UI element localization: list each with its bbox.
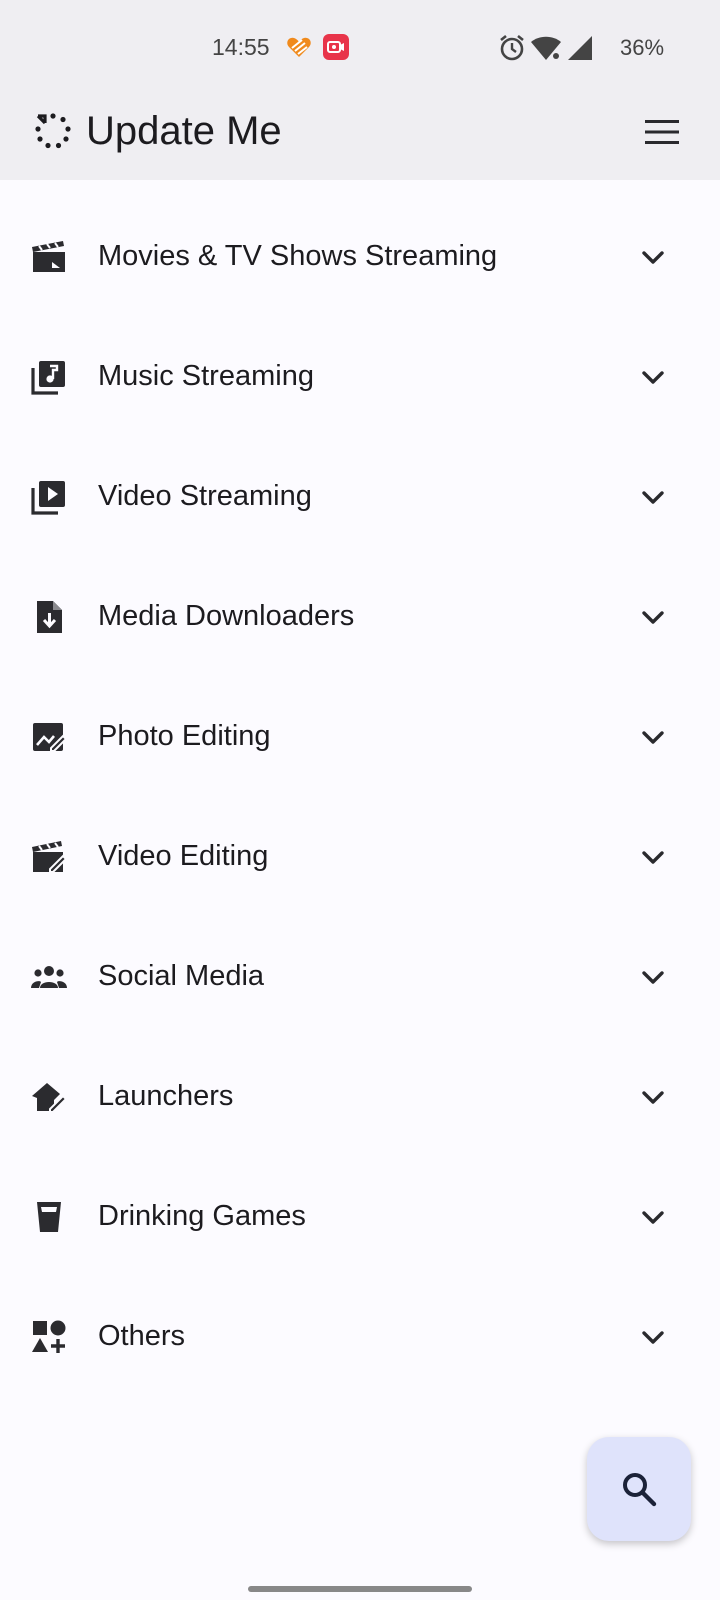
- update-loop-icon: [35, 113, 71, 149]
- chevron-down-icon[interactable]: [636, 960, 670, 994]
- movie-clapper-icon: [32, 241, 65, 272]
- app-bar: Update Me: [0, 96, 720, 180]
- menu-button[interactable]: [640, 110, 684, 154]
- category-label: Others: [98, 1320, 186, 1352]
- group-icon: [31, 966, 67, 988]
- chevron-down-icon[interactable]: [636, 840, 670, 874]
- category-label: Drinking Games: [98, 1200, 306, 1232]
- category-label: Video Editing: [98, 840, 269, 872]
- home-edit-icon: [32, 1083, 68, 1113]
- gesture-nav-handle[interactable]: [248, 1586, 472, 1592]
- search-fab-button[interactable]: [587, 1437, 691, 1541]
- category-item-media-downloaders[interactable]: Media Downloaders: [0, 556, 720, 676]
- category-label: Social Media: [98, 960, 265, 992]
- chevron-down-icon[interactable]: [636, 480, 670, 514]
- category-label: Media Downloaders: [98, 600, 355, 632]
- category-label: Photo Editing: [98, 720, 271, 752]
- cup-icon: [37, 1202, 61, 1232]
- category-item-video-streaming[interactable]: Video Streaming: [0, 436, 720, 556]
- status-time: 14:55: [212, 34, 270, 60]
- category-item-movies-tv-streaming[interactable]: Movies & TV Shows Streaming: [0, 196, 720, 316]
- chevron-down-icon[interactable]: [636, 1200, 670, 1234]
- music-library-icon: [31, 361, 65, 395]
- category-item-social-media[interactable]: Social Media: [0, 916, 720, 1036]
- search-icon: [623, 1473, 657, 1507]
- chevron-down-icon[interactable]: [636, 720, 670, 754]
- shapes-icon: [32, 1320, 66, 1353]
- battery-percentage: 36%: [620, 35, 665, 60]
- category-item-others[interactable]: Others: [0, 1276, 720, 1396]
- wifi-icon: [531, 36, 561, 60]
- heart-app-icon: [287, 37, 311, 57]
- chevron-down-icon[interactable]: [636, 600, 670, 634]
- alarm-icon: [500, 34, 524, 61]
- app-title: Update Me: [86, 109, 282, 153]
- chevron-down-icon[interactable]: [636, 360, 670, 394]
- category-item-photo-editing[interactable]: Photo Editing: [0, 676, 720, 796]
- category-item-video-editing[interactable]: Video Editing: [0, 796, 720, 916]
- category-item-drinking-games[interactable]: Drinking Games: [0, 1156, 720, 1276]
- video-edit-icon: [32, 841, 68, 873]
- hamburger-menu-icon: [645, 120, 679, 144]
- chevron-down-icon[interactable]: [636, 240, 670, 274]
- file-download-icon: [37, 601, 62, 633]
- category-label: Music Streaming: [98, 360, 314, 392]
- category-list: Movies & TV Shows Streaming Music Stream…: [0, 196, 720, 1396]
- category-item-music-streaming[interactable]: Music Streaming: [0, 316, 720, 436]
- chevron-down-icon[interactable]: [636, 1080, 670, 1114]
- category-label: Movies & TV Shows Streaming: [98, 240, 498, 272]
- category-label: Launchers: [98, 1080, 234, 1112]
- category-item-launchers[interactable]: Launchers: [0, 1036, 720, 1156]
- cell-signal-icon: [568, 36, 592, 60]
- screen-record-icon: [323, 34, 349, 60]
- photo-edit-icon: [33, 723, 68, 752]
- category-label: Video Streaming: [98, 480, 312, 512]
- chevron-down-icon[interactable]: [636, 1320, 670, 1354]
- video-library-icon: [31, 481, 65, 515]
- status-bar: 14:55 36%: [0, 0, 720, 96]
